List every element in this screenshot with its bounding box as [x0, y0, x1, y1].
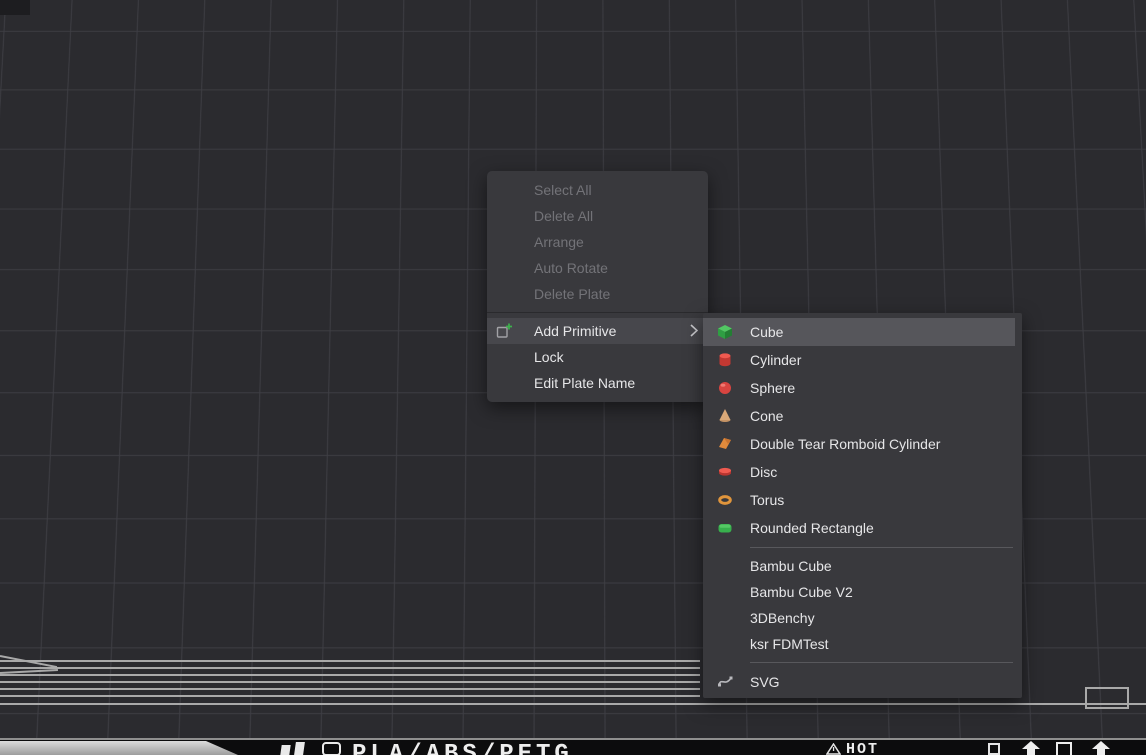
submenu-separator	[750, 662, 1013, 663]
submenu-item-label: Torus	[750, 492, 784, 508]
menu-separator	[487, 312, 708, 313]
submenu-item-svg[interactable]: SVG	[703, 668, 1022, 696]
submenu-item-label: SVG	[750, 674, 780, 690]
add-primitive-submenu: Cube Cylinder Sphere Cone	[703, 313, 1022, 698]
submenu-item-label: Bambu Cube	[750, 558, 832, 574]
corner-dark-patch	[0, 0, 30, 15]
submenu-separator	[750, 547, 1013, 548]
submenu-item-label: Cylinder	[750, 352, 801, 368]
up-arrow-icon	[1092, 741, 1110, 755]
plate-edge-line	[0, 688, 700, 690]
submenu-item-3dbenchy[interactable]: 3DBenchy	[703, 605, 1022, 631]
sphere-icon	[717, 380, 733, 396]
submenu-item-label: ksr FDMTest	[750, 636, 829, 652]
submenu-item-label: Cube	[750, 324, 783, 340]
context-menu: Select All Delete All Arrange Auto Rotat…	[487, 171, 708, 402]
plate-corner-tab	[0, 741, 238, 755]
submenu-item-bambu-cube[interactable]: Bambu Cube	[703, 553, 1022, 579]
bambu-logo	[281, 742, 309, 755]
plate-edge-line	[0, 674, 700, 676]
submenu-item-label: Rounded Rectangle	[750, 520, 874, 536]
menu-item-edit-plate-name[interactable]: Edit Plate Name	[487, 370, 708, 396]
menu-item-arrange[interactable]: Arrange	[487, 229, 708, 255]
submenu-item-double-tear-romboid-cylinder[interactable]: Double Tear Romboid Cylinder	[703, 430, 1022, 458]
menu-item-lock[interactable]: Lock	[487, 344, 708, 370]
submenu-item-ksr-fdmtest[interactable]: ksr FDMTest	[703, 631, 1022, 657]
submenu-item-label: Bambu Cube V2	[750, 584, 853, 600]
submenu-item-sphere[interactable]: Sphere	[703, 374, 1022, 402]
submenu-item-rounded-rectangle[interactable]: Rounded Rectangle	[703, 514, 1022, 542]
submenu-item-label: Cone	[750, 408, 783, 424]
plate-square-marker-icon	[1056, 742, 1072, 755]
submenu-chevron-icon	[690, 324, 698, 337]
plate-edge-line	[0, 703, 1146, 705]
submenu-item-label: Double Tear Romboid Cylinder	[750, 436, 940, 452]
plate-edge-line	[0, 667, 700, 669]
menu-item-label: Add Primitive	[534, 323, 616, 339]
menu-item-delete-all[interactable]: Delete All	[487, 203, 708, 229]
cylinder-icon	[717, 352, 733, 368]
plate-corner-outline	[1085, 687, 1129, 709]
svg-curve-icon	[717, 674, 733, 690]
torus-icon	[717, 492, 733, 508]
plate-hot-label: HOT	[846, 741, 879, 755]
submenu-item-cube[interactable]: Cube	[703, 318, 1015, 346]
cube-icon	[717, 324, 733, 340]
submenu-item-bambu-cube-v2[interactable]: Bambu Cube V2	[703, 579, 1022, 605]
submenu-item-label: Disc	[750, 464, 777, 480]
double-tear-romboid-cylinder-icon	[717, 436, 733, 452]
submenu-item-cylinder[interactable]: Cylinder	[703, 346, 1022, 374]
submenu-item-cone[interactable]: Cone	[703, 402, 1022, 430]
rounded-rectangle-icon	[717, 520, 733, 536]
disc-icon	[717, 464, 733, 480]
hot-warning-icon	[826, 742, 841, 755]
up-arrow-icon	[1022, 741, 1040, 755]
menu-item-delete-plate[interactable]: Delete Plate	[487, 281, 708, 307]
plate-edge-line	[0, 660, 700, 662]
menu-item-add-primitive[interactable]: Add Primitive	[487, 318, 708, 344]
plate-edge-line	[0, 681, 700, 683]
submenu-item-disc[interactable]: Disc	[703, 458, 1022, 486]
menu-item-auto-rotate[interactable]: Auto Rotate	[487, 255, 708, 281]
plate-marker-icon	[988, 743, 1000, 755]
plate-badge-icon	[322, 742, 341, 755]
submenu-item-torus[interactable]: Torus	[703, 486, 1022, 514]
plate-edge-line	[0, 695, 700, 697]
plate-material-label: PLA/ABS/PETG	[352, 741, 573, 755]
submenu-item-label: Sphere	[750, 380, 795, 396]
submenu-item-label: 3DBenchy	[750, 610, 815, 626]
add-primitive-icon	[496, 322, 513, 339]
cone-icon	[717, 408, 733, 424]
menu-item-select-all[interactable]: Select All	[487, 177, 708, 203]
